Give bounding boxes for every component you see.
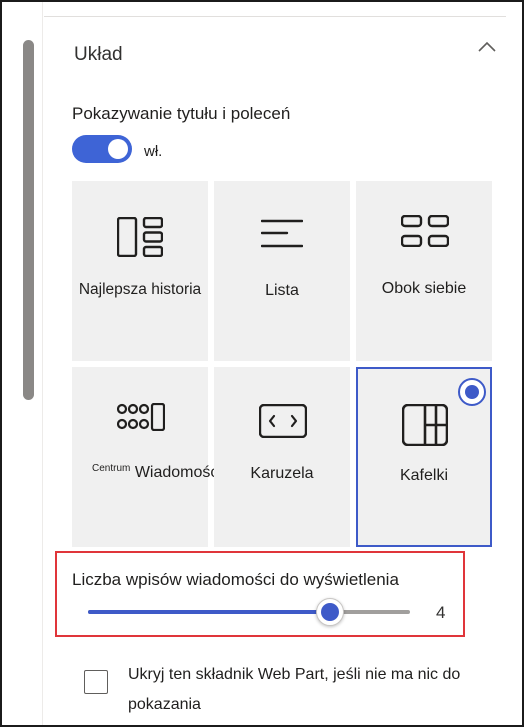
hide-webpart-checkbox[interactable] <box>84 670 108 694</box>
layout-label: Lista <box>265 282 299 299</box>
show-title-toggle[interactable] <box>72 135 132 163</box>
left-divider <box>42 2 43 725</box>
list-layout-icon <box>261 219 303 248</box>
section-title: Układ <box>74 44 123 65</box>
toggle-state-text: wł. <box>144 143 163 160</box>
layout-label: Najlepsza historia <box>78 281 202 298</box>
property-pane: Układ Pokazywanie tytułu i poleceń wł. N… <box>0 0 524 727</box>
tiles-layout-icon <box>402 404 448 446</box>
layout-tile-carousel[interactable]: Karuzela <box>214 367 350 547</box>
side-by-side-layout-icon <box>401 215 449 247</box>
hide-webpart-label: Ukryj ten składnik Web Part, jeśli nie m… <box>128 666 461 713</box>
layout-tile-side-by-side[interactable]: Obok siebie <box>356 181 492 361</box>
layout-label: Kafelki <box>399 467 449 484</box>
layout-label-small: Centrum <box>92 463 131 474</box>
layout-tile-news-hub[interactable]: Centrum Wiadomości <box>72 367 222 547</box>
top-divider <box>44 16 506 17</box>
selected-indicator <box>458 378 486 406</box>
news-count-slider[interactable] <box>88 598 410 626</box>
slider-thumb[interactable] <box>315 598 344 626</box>
news-hub-layout-icon <box>117 403 165 431</box>
layout-label: Obok siebie <box>381 280 467 297</box>
slider-label: Liczba wpisów wiadomości do wyświetlenia <box>72 570 399 589</box>
chevron-up-icon[interactable] <box>476 38 498 56</box>
scrollbar-thumb[interactable] <box>23 40 34 400</box>
layout-tile-top-story[interactable]: Najlepsza historia <box>72 181 208 361</box>
toggle-knob <box>108 139 128 159</box>
show-title-label: Pokazywanie tytułu i poleceń <box>72 104 291 123</box>
slider-fill <box>88 610 330 614</box>
layout-tile-tiles[interactable]: Kafelki <box>356 367 492 547</box>
highlight-annotation <box>55 551 465 637</box>
layout-label: Karuzela <box>250 465 314 482</box>
layout-label: Wiadomości <box>134 464 222 481</box>
layout-tile-list[interactable]: Lista <box>214 181 350 361</box>
carousel-layout-icon <box>259 404 307 438</box>
layout-label-group: Centrum Wiadomości <box>72 463 222 482</box>
slider-value: 4 <box>436 603 446 622</box>
top-story-layout-icon <box>117 217 163 257</box>
